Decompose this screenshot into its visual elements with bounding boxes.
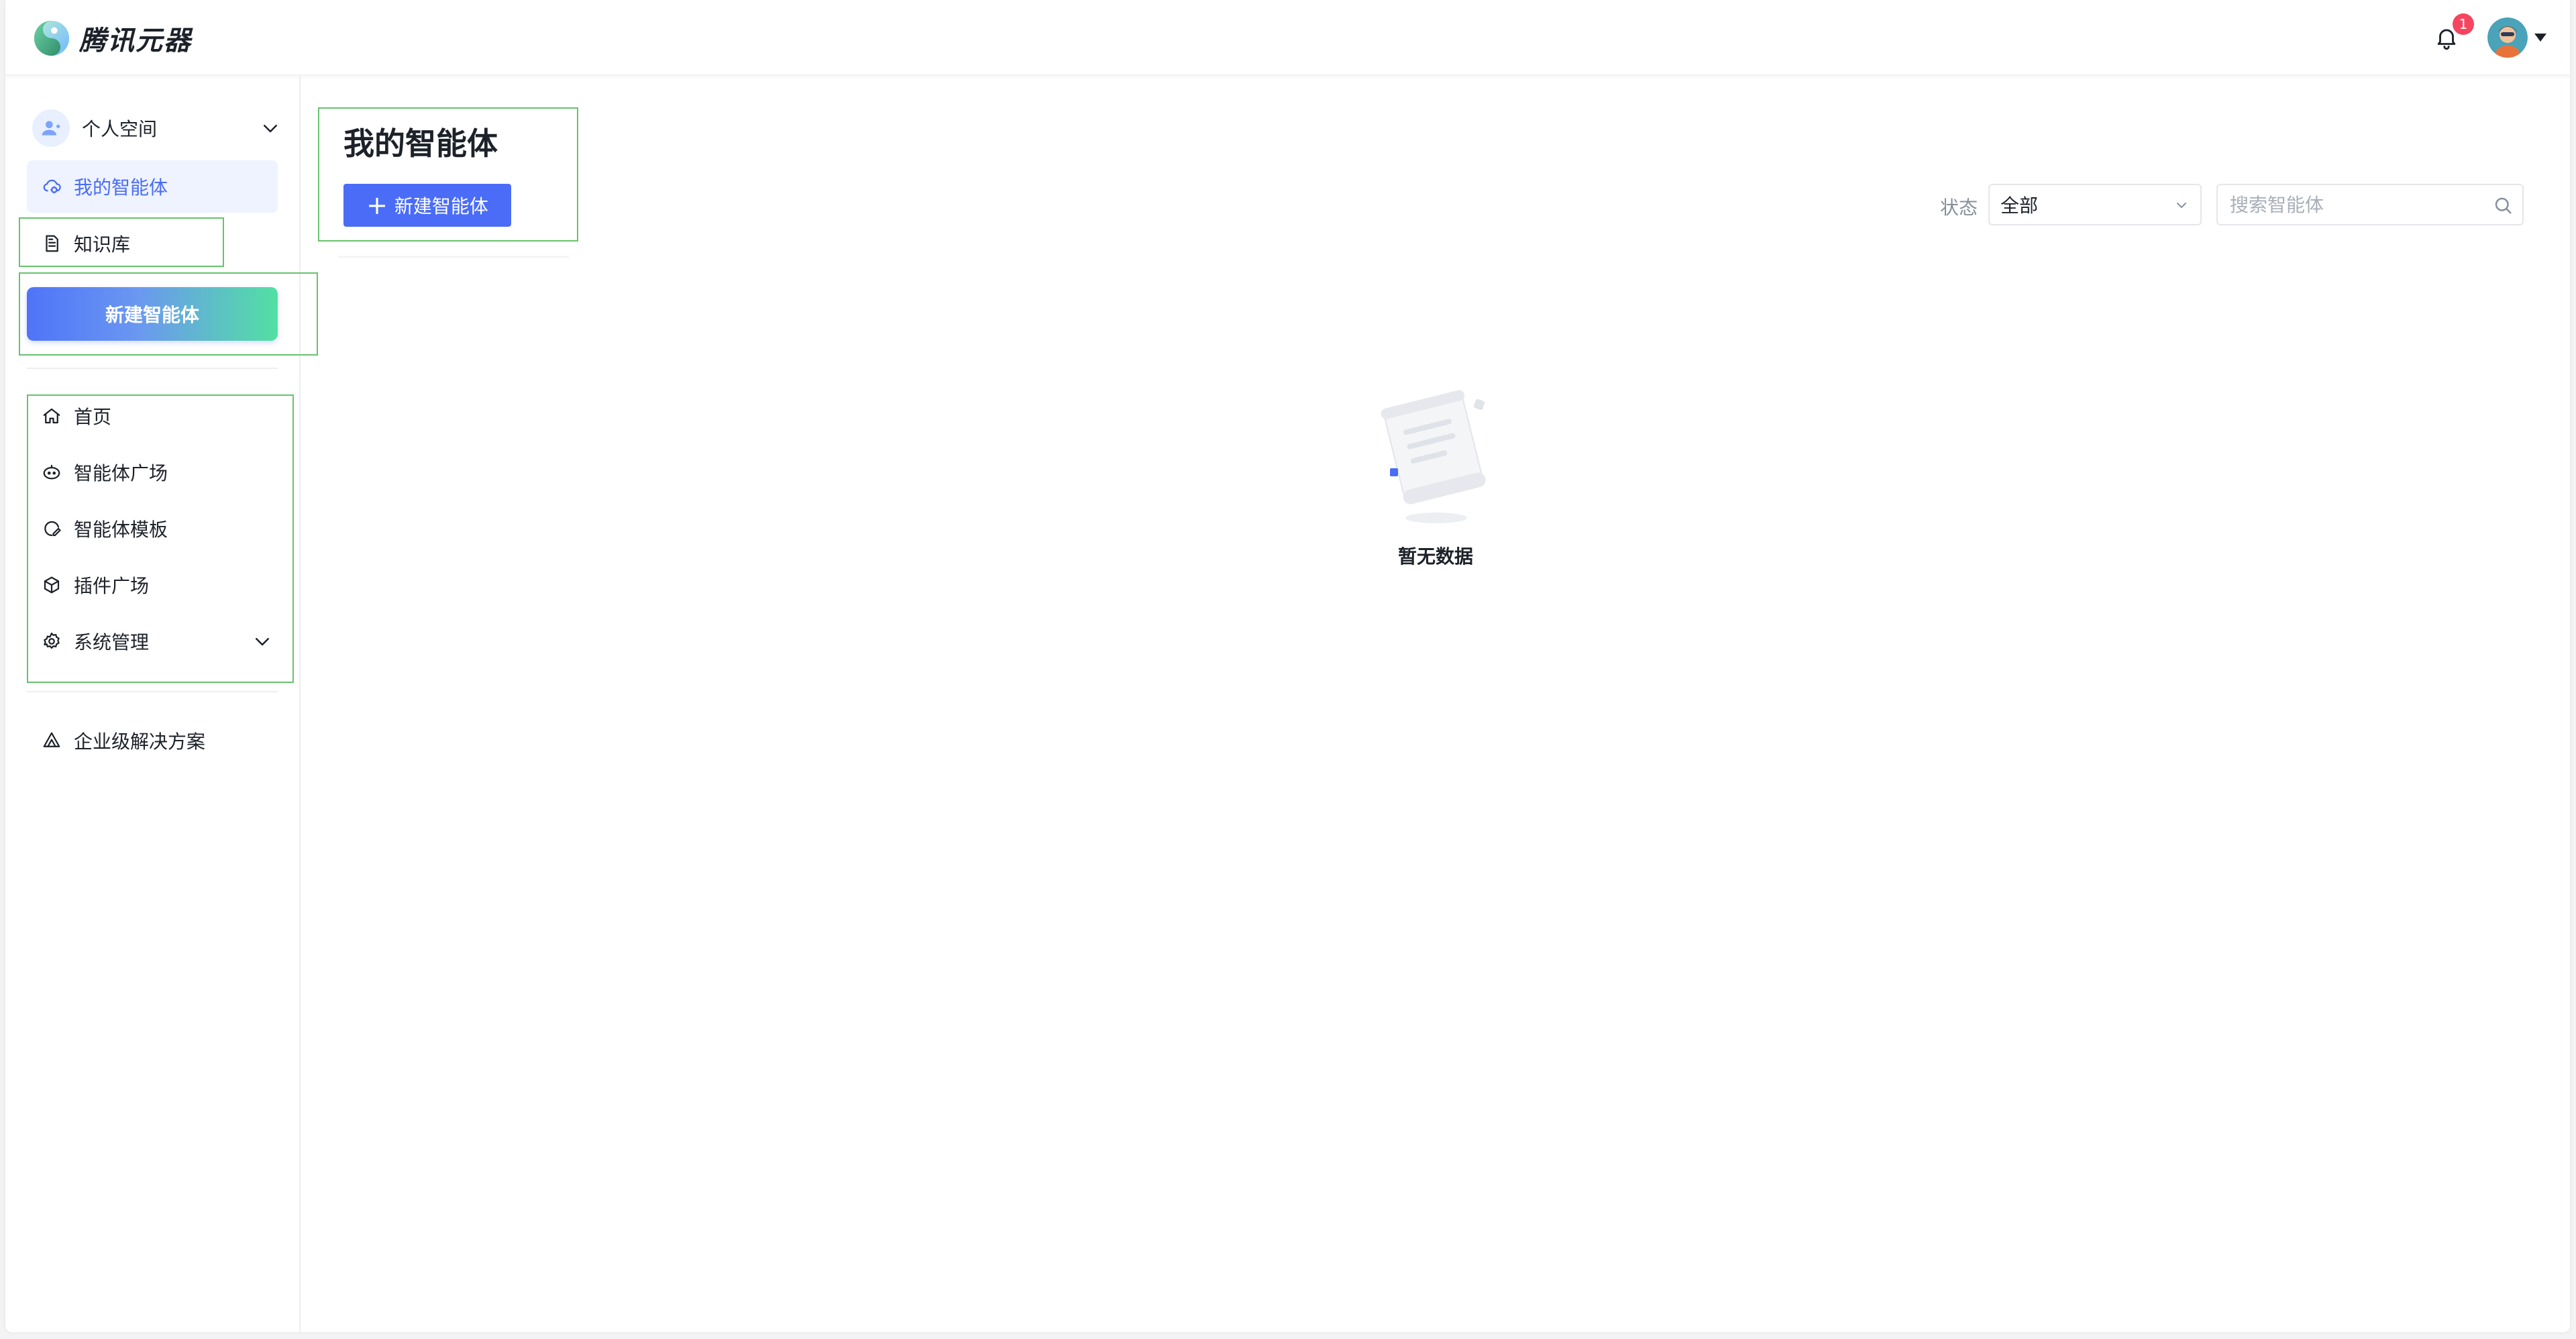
sidebar-divider — [27, 691, 278, 692]
status-filter-label: 状态 — [1940, 197, 1978, 219]
search-box — [2216, 184, 2524, 225]
header-divider — [338, 256, 569, 258]
chevron-down-icon — [2177, 203, 2186, 208]
highlight-box — [27, 394, 294, 683]
brand-name: 腾讯元器 — [79, 25, 192, 56]
agent-cloud-icon — [43, 179, 61, 194]
top-bar: 腾讯元器 1 — [5, 0, 2570, 75]
search-input[interactable] — [2218, 185, 2479, 224]
enterprise-icon — [43, 732, 60, 747]
sidebar-item-enterprise-solutions[interactable]: 企业级解决方案 — [32, 712, 294, 769]
user-menu-caret-icon[interactable] — [2534, 34, 2546, 42]
avatar-image-icon — [2487, 17, 2528, 58]
sidebar-divider — [27, 368, 278, 369]
sidebar-item-my-agents[interactable]: 我的智能体 — [27, 160, 278, 213]
sidebar: 个人空间 我的智能体 知识库 新建智能体 首页 智能体广场 智能体模板 插件广场… — [5, 75, 318, 1332]
highlight-box — [318, 107, 578, 242]
user-add-icon — [32, 109, 70, 147]
status-filter-select[interactable]: 全部 — [1988, 184, 2202, 225]
chevron-down-icon[interactable] — [260, 118, 280, 138]
status-filter-value: 全部 — [2000, 195, 2039, 217]
empty-state-text: 暂无数据 — [1397, 545, 1473, 568]
sidebar-item-label: 我的智能体 — [74, 176, 168, 199]
space-label: 个人空间 — [82, 118, 158, 140]
brand-logo[interactable]: 腾讯元器 — [32, 19, 192, 58]
brand-logo-icon — [34, 20, 70, 56]
search-icon[interactable] — [2493, 195, 2513, 215]
app-window: 腾讯元器 1 个人空间 我的智能体 知识库 新建智能体 首页 智能体广场 智能体… — [5, 0, 2570, 1332]
highlight-box — [19, 217, 224, 267]
space-switcher[interactable]: 个人空间 — [32, 105, 280, 152]
avatar[interactable] — [2487, 17, 2528, 58]
empty-state-illustration — [1381, 390, 1486, 523]
notification-badge: 1 — [2453, 13, 2474, 35]
highlight-box — [19, 272, 318, 356]
sidebar-item-label: 企业级解决方案 — [74, 731, 206, 753]
